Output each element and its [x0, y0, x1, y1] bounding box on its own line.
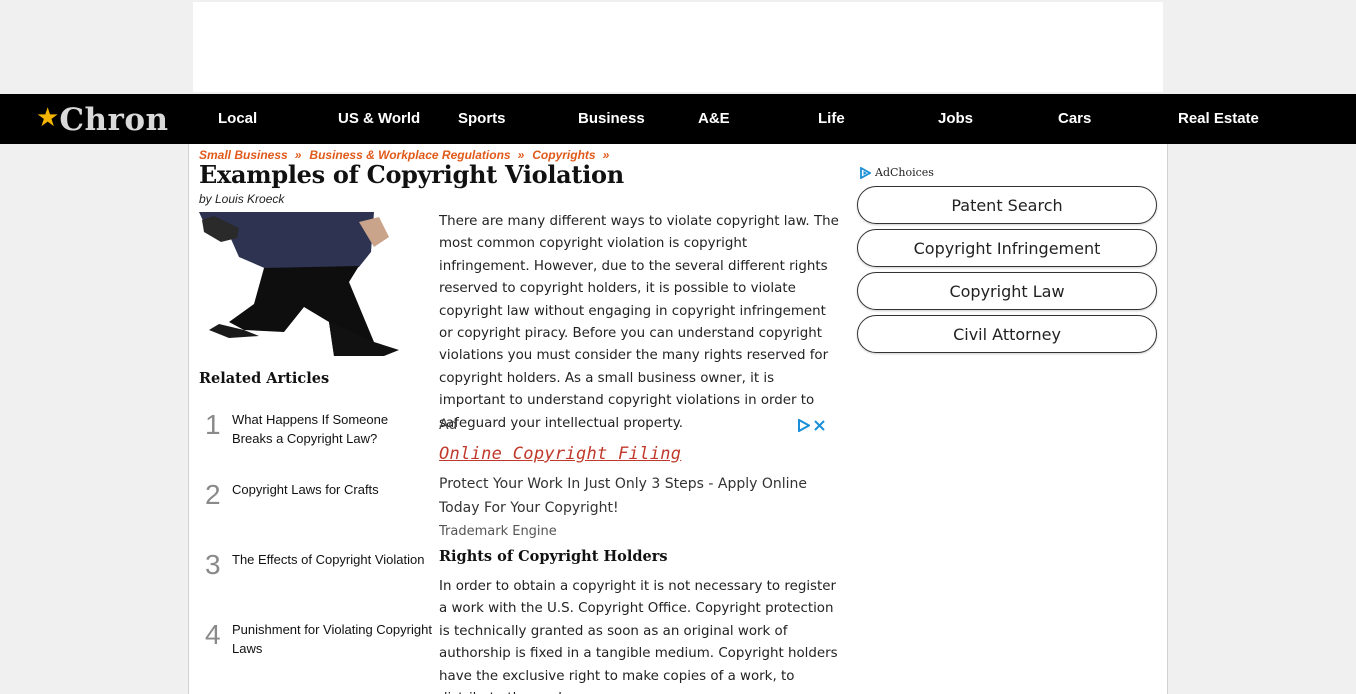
star-icon: ★ [36, 102, 60, 132]
adchoices-icon[interactable] [797, 419, 810, 432]
page-title: Examples of Copyright Violation [199, 160, 624, 189]
section-heading: Rights of Copyright Holders [439, 548, 668, 565]
related-link[interactable]: Punishment for Violating Copyright Laws [232, 620, 432, 658]
nav-item-life[interactable]: Life [818, 94, 845, 144]
ad-label: Ad [439, 417, 458, 433]
article-intro: There are many different ways to violate… [439, 214, 839, 431]
ad-title-link[interactable]: Online Copyright Filing [439, 444, 681, 464]
related-articles-heading: Related Articles [199, 370, 330, 387]
related-link[interactable]: What Happens If Someone Breaks a Copyrig… [232, 410, 432, 448]
ad-description: Protect Your Work In Just Only 3 Steps -… [439, 476, 808, 516]
logo-text: Chron [59, 101, 169, 138]
related-item[interactable]: 2 Copyright Laws for Crafts [199, 478, 429, 522]
adchoices-label: AdChoices [875, 166, 934, 179]
related-item[interactable]: 1 What Happens If Someone Breaks a Copyr… [199, 408, 429, 452]
related-link[interactable]: Copyright Laws for Crafts [232, 480, 432, 499]
related-link[interactable]: The Effects of Copyright Violation [232, 550, 432, 569]
sidebar-ad-button[interactable]: Civil Attorney [857, 315, 1157, 353]
nav-item-us-world[interactable]: US & World [338, 94, 420, 144]
nav-item-jobs[interactable]: Jobs [938, 94, 973, 144]
navbar: ★ Chron Local US & World Sports Business… [0, 94, 1356, 144]
sidebar-ad-button[interactable]: Copyright Law [857, 272, 1157, 310]
nav-item-real-estate[interactable]: Real Estate [1178, 94, 1259, 144]
author-byline: by Louis Kroeck [199, 192, 285, 206]
related-item[interactable]: 3 The Effects of Copyright Violation [199, 548, 429, 592]
ad-source[interactable]: Trademark Engine [439, 524, 557, 539]
nav-item-sports[interactable]: Sports [458, 94, 506, 144]
related-number: 2 [205, 479, 221, 510]
nav-item-ae[interactable]: A&E [698, 94, 730, 144]
nav-item-cars[interactable]: Cars [1058, 94, 1091, 144]
related-item[interactable]: 4 Punishment for Violating Copyright Law… [199, 618, 432, 662]
nav-item-business[interactable]: Business [578, 94, 645, 144]
close-icon[interactable] [813, 419, 826, 432]
sidebar-ad-button[interactable]: Copyright Infringement [857, 229, 1157, 267]
nav-item-local[interactable]: Local [218, 94, 257, 144]
ad-controls [797, 419, 826, 432]
article-paragraph: In order to obtain a copyright it is not… [439, 579, 838, 694]
sidebar-ad-button[interactable]: Patent Search [857, 186, 1157, 224]
article-photo [199, 212, 427, 356]
related-number: 4 [205, 619, 221, 650]
chron-logo[interactable]: ★ Chron [36, 104, 169, 136]
related-number: 1 [205, 409, 221, 440]
top-ad-banner [193, 2, 1163, 92]
adchoices-badge[interactable]: AdChoices [859, 166, 934, 179]
adchoices-icon [860, 166, 871, 179]
related-number: 3 [205, 549, 221, 580]
